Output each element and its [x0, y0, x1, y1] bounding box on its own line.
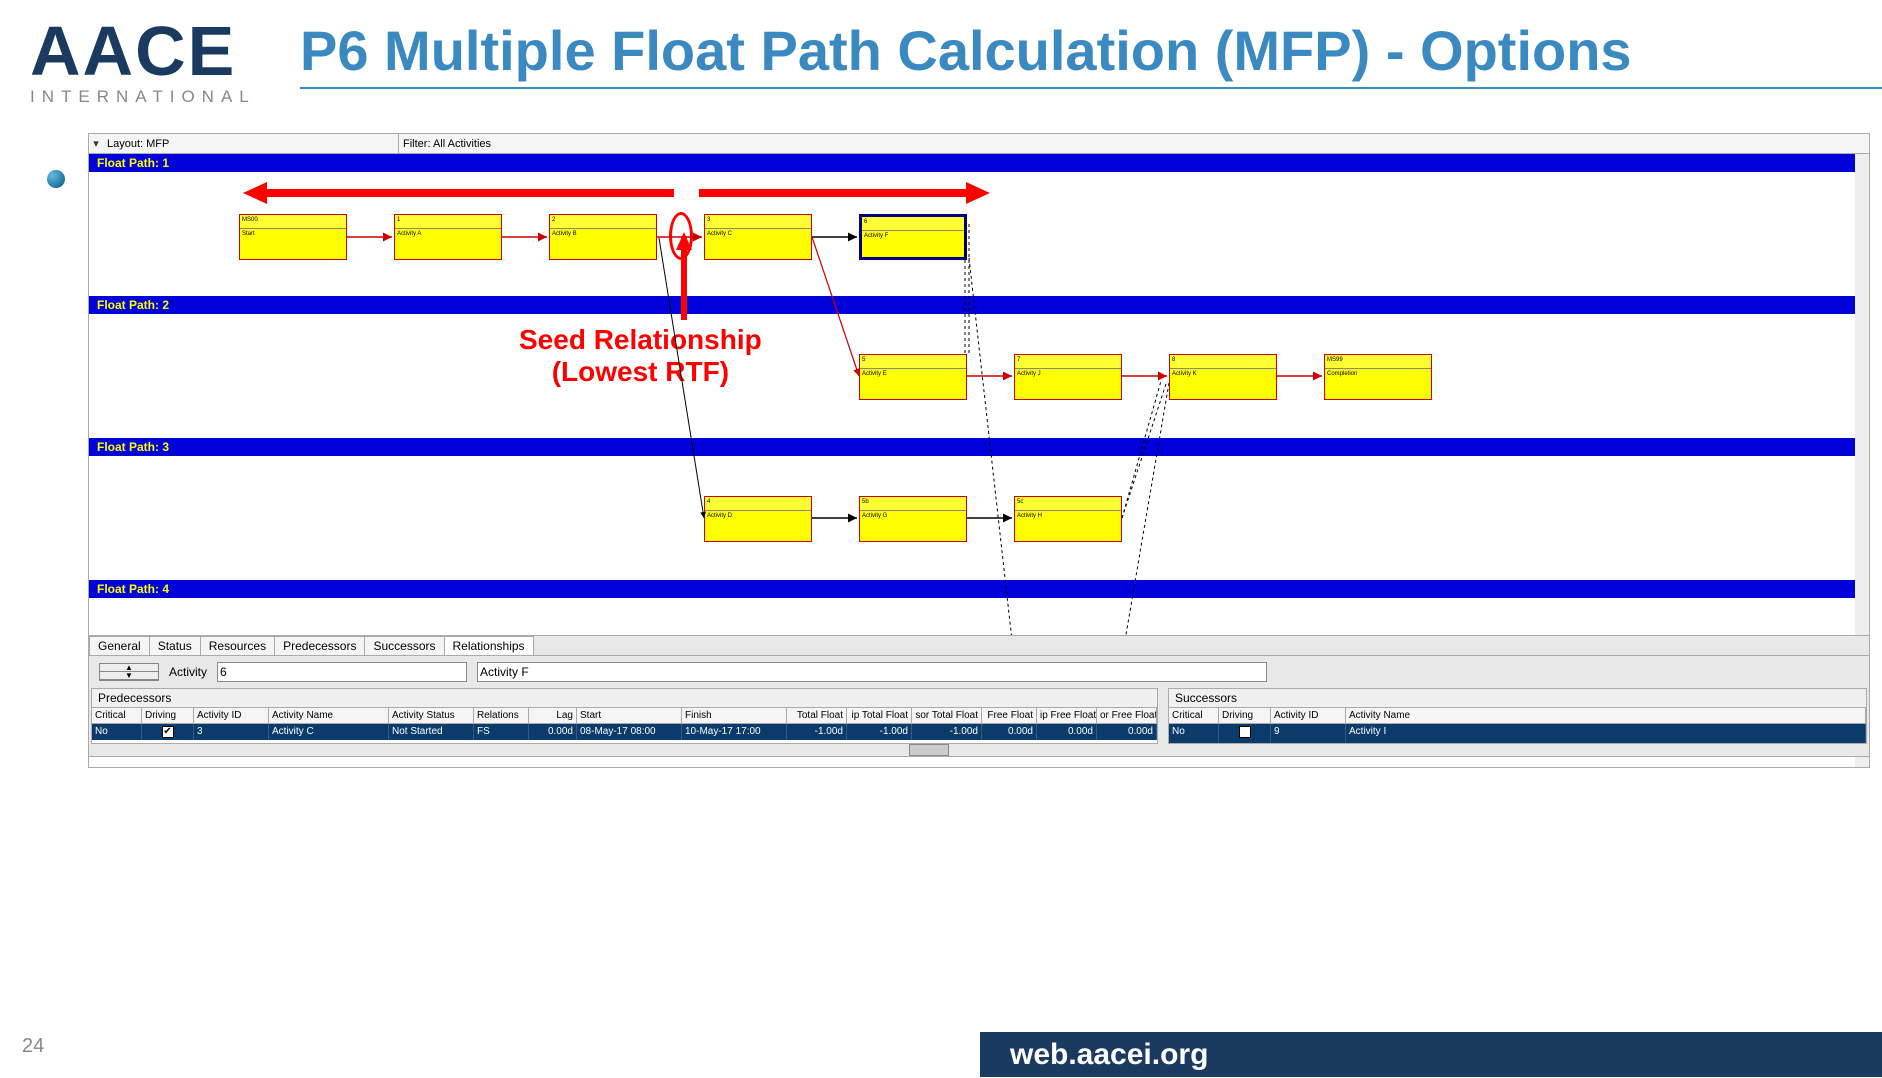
- tab-general[interactable]: General: [89, 636, 150, 655]
- activity-box[interactable]: 3 Activity C: [704, 214, 812, 260]
- filter-name[interactable]: Filter: All Activities: [399, 134, 1869, 153]
- links-row3: [89, 456, 1855, 580]
- activity-box[interactable]: 8 Activity K: [1169, 354, 1277, 400]
- seed-relationship-callout: Seed Relationship (Lowest RTF): [519, 324, 762, 388]
- band-float-path-3[interactable]: Float Path: 3: [89, 438, 1855, 456]
- links-row2: [89, 314, 1855, 438]
- footer-url: web.aacei.org: [980, 1032, 1882, 1077]
- predecessors-header: Critical Driving Activity ID Activity Na…: [92, 708, 1157, 724]
- tab-resources[interactable]: Resources: [200, 636, 275, 655]
- layout-dropdown-caret[interactable]: ▾: [89, 134, 103, 153]
- nav-stepper[interactable]: ▲▼: [99, 663, 159, 681]
- row-float-path-1: MS00 Start 1 Activity A 2 Activity B 3 A…: [89, 172, 1855, 296]
- activity-box[interactable]: 5c Activity H: [1014, 496, 1122, 542]
- span-arrow-left: [259, 184, 674, 202]
- detail-tabs: General Status Resources Predecessors Su…: [89, 636, 1869, 656]
- activity-box[interactable]: 5 Activity E: [859, 354, 967, 400]
- successors-header: Critical Driving Activity ID Activity Na…: [1169, 708, 1866, 724]
- globe-icon: [47, 170, 65, 188]
- activity-box[interactable]: 1 Activity A: [394, 214, 502, 260]
- span-arrow-right: [699, 184, 974, 202]
- horizontal-scroll-handle[interactable]: [909, 744, 949, 756]
- tab-relationships[interactable]: Relationships: [444, 636, 534, 655]
- activity-box-selected[interactable]: 6 Activity F: [859, 214, 967, 260]
- logo-subtitle: INTERNATIONAL: [30, 87, 290, 107]
- successors-title: Successors: [1169, 689, 1866, 708]
- page-number: 24: [22, 1035, 44, 1058]
- band-float-path-2[interactable]: Float Path: 2: [89, 296, 1855, 314]
- logo-text: AACE: [30, 20, 290, 83]
- activity-name-field[interactable]: [477, 662, 1267, 682]
- predecessors-panel: Predecessors Critical Driving Activity I…: [91, 688, 1158, 744]
- activity-box[interactable]: 2 Activity B: [549, 214, 657, 260]
- row-float-path-2: Seed Relationship (Lowest RTF) 5 Activit…: [89, 314, 1855, 438]
- successor-row[interactable]: No 9 Activity I: [1169, 724, 1866, 743]
- band-float-path-1[interactable]: Float Path: 1: [89, 154, 1855, 172]
- slide-footer: 24 web.aacei.org: [0, 1022, 1882, 1078]
- successors-panel: Successors Critical Driving Activity ID …: [1168, 688, 1867, 744]
- activity-box[interactable]: MS99 Completion: [1324, 354, 1432, 400]
- activity-box[interactable]: 5b Activity G: [859, 496, 967, 542]
- brand-logo: AACE INTERNATIONAL: [30, 20, 290, 107]
- predecessor-row[interactable]: No ✔ 3 Activity C Not Started FS 0.00d 0…: [92, 724, 1157, 740]
- activity-box[interactable]: 7 Activity J: [1014, 354, 1122, 400]
- activity-box[interactable]: MS00 Start: [239, 214, 347, 260]
- row-float-path-3: 4 Activity D 5b Activity G 5c Activity H: [89, 456, 1855, 580]
- page-title: P6 Multiple Float Path Calculation (MFP)…: [300, 18, 1882, 83]
- callout-arrow-head: [676, 232, 692, 250]
- activity-box[interactable]: 4 Activity D: [704, 496, 812, 542]
- activity-label: Activity: [169, 665, 207, 679]
- activity-details-panel: General Status Resources Predecessors Su…: [88, 635, 1870, 757]
- tab-predecessors[interactable]: Predecessors: [274, 636, 365, 655]
- band-float-path-4[interactable]: Float Path: 4: [89, 580, 1855, 598]
- layout-name[interactable]: Layout: MFP: [103, 134, 399, 153]
- driving-checkbox: ✔: [162, 726, 174, 738]
- driving-checkbox: [1239, 726, 1251, 738]
- predecessors-title: Predecessors: [92, 689, 1157, 708]
- title-rule: [300, 87, 1882, 89]
- tab-status[interactable]: Status: [149, 636, 201, 655]
- activity-id-field[interactable]: [217, 662, 467, 682]
- tab-successors[interactable]: Successors: [364, 636, 444, 655]
